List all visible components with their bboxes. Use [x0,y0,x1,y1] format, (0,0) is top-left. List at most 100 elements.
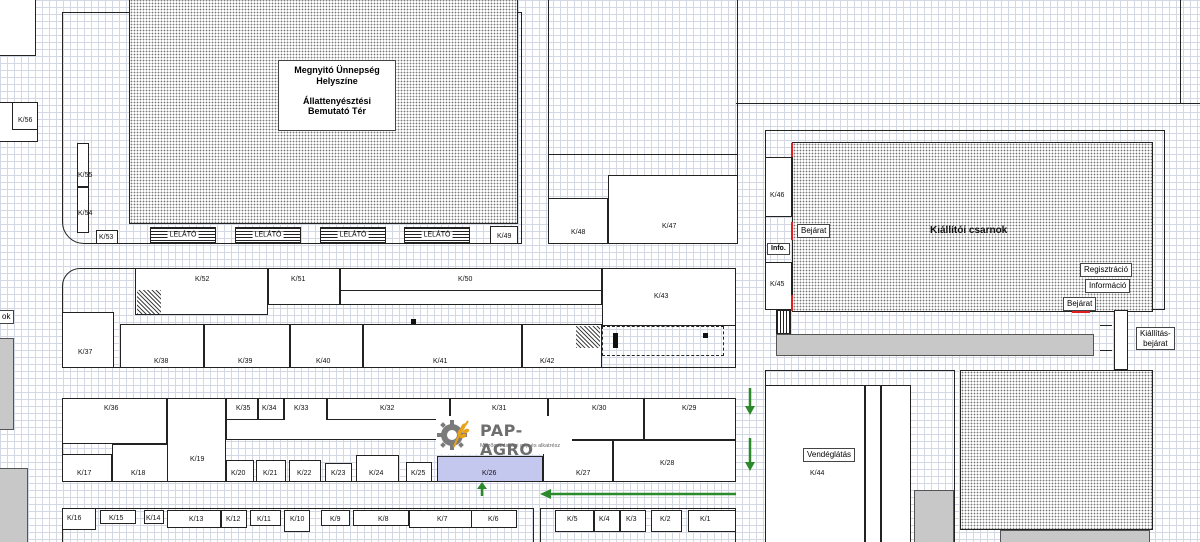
grandstand-1: LELÁTÓ [150,227,216,243]
stand-k50-label: K/50 [458,276,473,283]
information-desk[interactable]: Információ [1085,279,1131,293]
grandstand-1-label: LELÁTÓ [167,231,199,239]
grandstand-2: LELÁTÓ [235,227,301,243]
top-left-building [0,0,36,56]
right-gray-block [1000,530,1150,542]
stand-k14-label: K/14 [146,515,161,522]
entrance-corridor [1114,310,1128,370]
right-dotted-building [960,370,1153,530]
k52-hatch [137,290,161,314]
stand-k26[interactable] [437,456,543,482]
arrow-down-icon [745,388,755,415]
left-gray-block-2 [0,468,28,542]
catering-area[interactable]: Vendéglátás [803,448,856,462]
pap-agro-logo[interactable]: PAP-AGRO Mezőgazdasági gép és alkatrész [436,416,572,459]
stand-k54-label: K/54 [78,210,93,217]
stand-k35-label: K/35 [236,405,251,412]
hall-walkway [776,334,1094,356]
grandstand-4: LELÁTÓ [404,227,470,243]
stand-k12-label: K/12 [226,516,241,523]
stand-k33-label: K/33 [294,405,309,412]
k50-lower-strip [340,291,602,305]
left-gray-block-1 [0,338,14,430]
stand-k4-label: K/4 [599,516,610,523]
grandstand-2-label: LELÁTÓ [252,231,284,239]
grandstand-4-label: LELÁTÓ [421,231,453,239]
stand-k26-label: K/26 [482,470,497,477]
stand-k56[interactable] [12,102,38,130]
stand-k39-label: K/39 [238,358,253,365]
logo-name: PAP-AGRO [480,421,534,459]
stand-k2-label: K/2 [660,516,671,523]
stand-k1[interactable] [688,510,736,532]
stand-k30-label: K/30 [592,405,607,412]
logo-tagline: Mezőgazdasági gép és alkatrész [480,443,561,449]
stand-k23-label: K/23 [331,470,346,477]
stand-k48[interactable] [548,198,608,244]
stand-k31-label: K/31 [492,405,507,412]
stand-k48-label: K/48 [571,229,586,236]
stand-k25-label: K/25 [411,470,426,477]
stand-k18-label: K/18 [131,470,146,477]
grandstand-3: LELÁTÓ [320,227,386,243]
stand-k37[interactable] [62,312,114,368]
stand-k24-label: K/24 [369,470,384,477]
opening-ceremony-box: Megnyitó Ünnepség Helyszíne Állattenyész… [278,60,396,131]
hall-entrance-left[interactable]: Bejárat [797,224,831,238]
marker-black-2 [703,333,708,338]
exhibition-entrance-line1: Kiállítás- [1140,329,1171,338]
stand-k17[interactable] [62,454,112,482]
path-column-2 [881,385,911,542]
stand-k53-label: K/53 [99,234,114,241]
stand-k29-label: K/29 [682,405,697,412]
stand-k6-label: K/6 [488,516,499,523]
stand-k51[interactable] [268,268,340,305]
stand-k19[interactable] [167,398,226,482]
stand-k49-label: K/49 [497,233,512,240]
stand-k56-label: K/56 [18,117,33,124]
hall-entrance-right[interactable]: Bejárat [1063,297,1097,311]
stand-k52-label: K/52 [195,276,210,283]
stand-k7-label: K/7 [437,516,448,523]
hall-label: Kiállítói csarnok [930,225,1008,236]
gear-wheat-icon [437,420,470,450]
exhibition-entrance[interactable]: Kiállítás- bejárat [1136,327,1175,351]
stand-k28[interactable] [613,440,736,482]
arrow-left-icon [540,489,736,499]
stand-k15-label: K/15 [109,515,124,522]
stand-k47-label: K/47 [662,223,677,230]
exhibition-entrance-line2: bejárat [1143,338,1168,348]
marker-black-1 [613,333,618,348]
arrow-up-icon [477,482,487,496]
stand-k41-label: K/41 [433,358,448,365]
stand-k34-label: K/34 [262,405,277,412]
stand-k21-label: K/21 [263,470,278,477]
stand-k3-label: K/3 [626,516,637,523]
stand-k46[interactable] [765,157,792,217]
stand-k20-label: K/20 [231,470,246,477]
stand-k55[interactable] [77,143,89,187]
stand-k13-label: K/13 [189,516,204,523]
hall-corridor-stripes [776,310,791,334]
stand-k37-label: K/37 [78,349,93,356]
stand-k43[interactable] [602,268,736,326]
arrow-down-icon [745,438,755,471]
marker-black-3 [411,319,416,324]
registration-desk[interactable]: Regisztráció [1080,263,1133,277]
stand-k55-label: K/55 [78,172,93,179]
stand-k42-label: K/42 [540,358,555,365]
stand-k44[interactable] [765,385,865,542]
stand-k5-label: K/5 [567,516,578,523]
stand-k43-label: K/43 [654,293,669,300]
info-point[interactable]: Info. [767,243,790,256]
stand-k28-label: K/28 [660,460,675,467]
stand-k1-label: K/1 [700,516,711,523]
stand-k45-label: K/45 [770,281,785,288]
stand-k24[interactable] [356,455,399,482]
left-edge-sign: ok [0,310,15,324]
stand-k9-label: K/9 [330,516,341,523]
stand-k47[interactable] [608,175,738,244]
stand-k44-label: K/44 [810,470,825,477]
stand-k8-label: K/8 [378,516,389,523]
stand-k11-label: K/11 [257,516,271,523]
